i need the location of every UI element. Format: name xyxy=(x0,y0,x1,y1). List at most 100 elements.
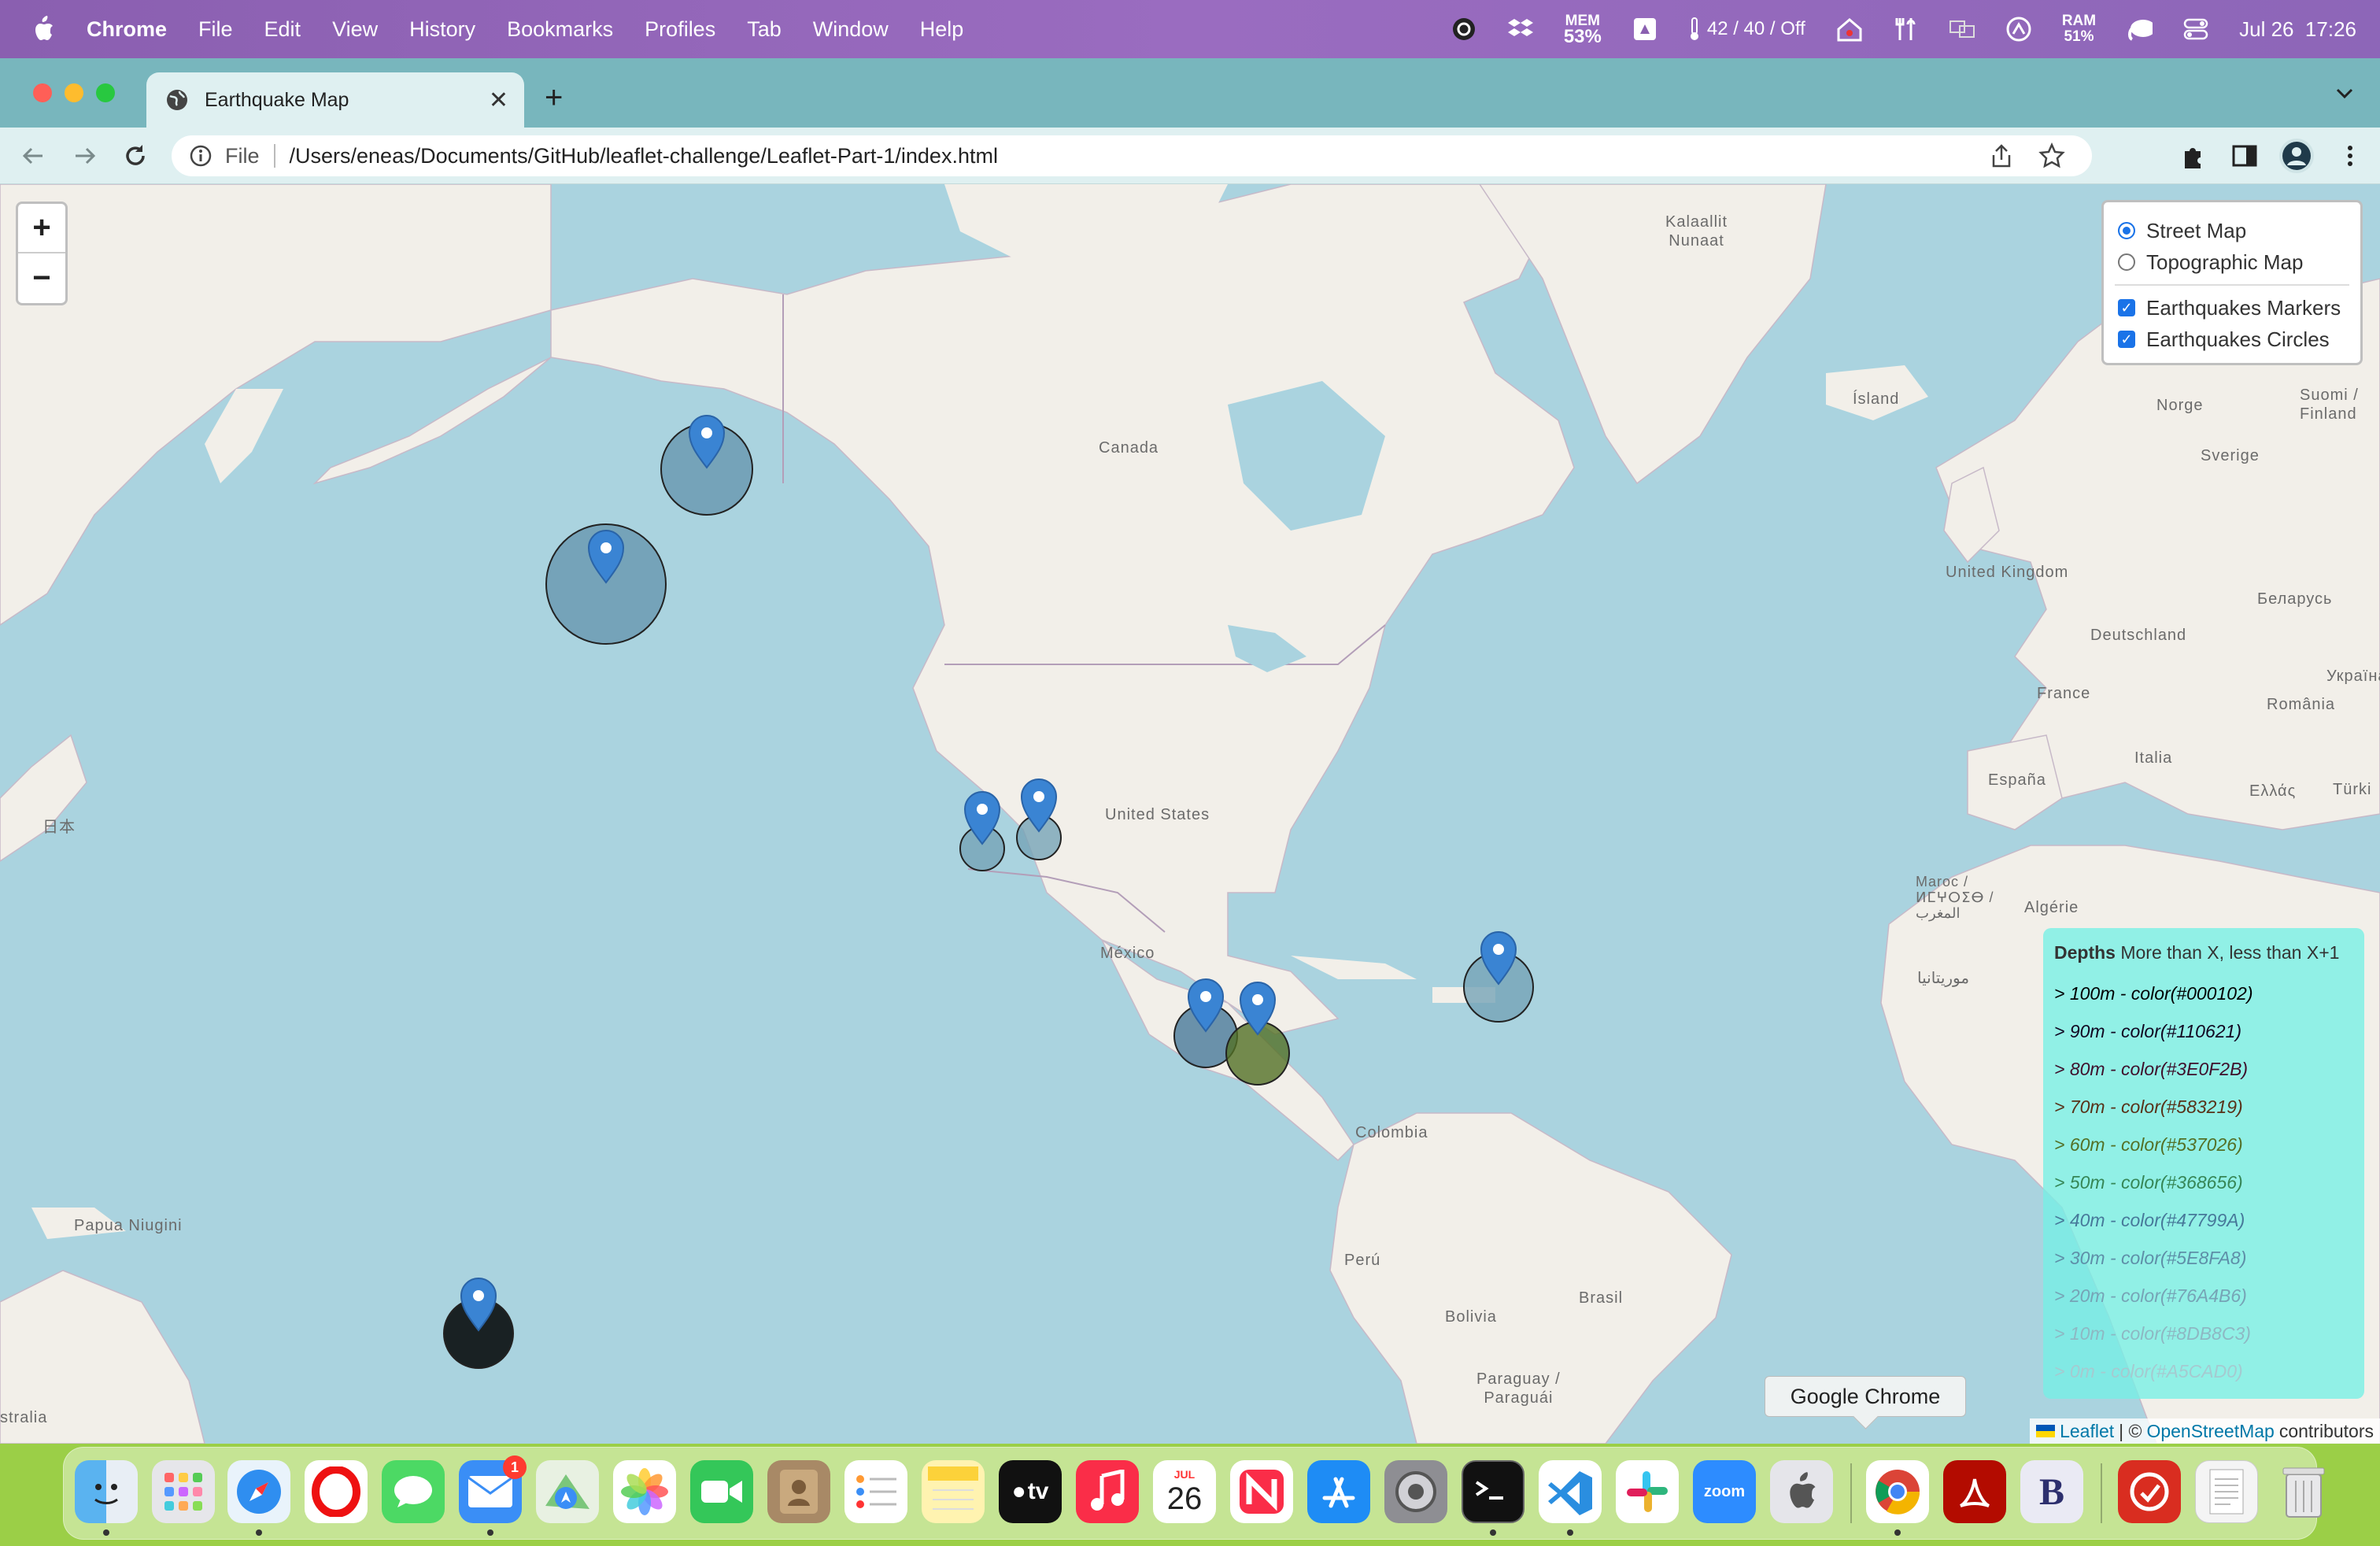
leaflet-map[interactable]: Kalaallit Nunaat Canada Ísland Norge Suo… xyxy=(0,184,2380,1444)
new-tab-button[interactable]: + xyxy=(545,80,563,116)
menu-help[interactable]: Help xyxy=(920,17,964,42)
pdf-tool-icon[interactable] xyxy=(2118,1460,2181,1523)
clock[interactable]: Jul 26 17:26 xyxy=(2239,17,2356,42)
apple-tv-icon[interactable]: ● tv xyxy=(999,1460,1062,1523)
reminders-icon[interactable] xyxy=(844,1460,907,1523)
zoom-in-button[interactable]: + xyxy=(18,204,65,253)
tools-icon[interactable] xyxy=(1892,16,1919,43)
url-text[interactable]: /Users/eneas/Documents/GitHub/leaflet-ch… xyxy=(290,144,998,168)
attribution-suffix: contributors xyxy=(2278,1420,2374,1441)
launchpad-icon[interactable] xyxy=(152,1460,215,1523)
earthquake-central-california[interactable] xyxy=(959,791,1005,871)
close-window-button[interactable] xyxy=(33,83,52,102)
radio-topographic-map[interactable] xyxy=(2118,253,2135,271)
osm-link[interactable]: OpenStreetMap xyxy=(2146,1421,2274,1442)
apple-icon[interactable] xyxy=(31,16,55,43)
notes-icon[interactable] xyxy=(922,1460,985,1523)
menu-app-name[interactable]: Chrome xyxy=(87,17,167,42)
checkbox-earthquakes-circles[interactable]: ✓ xyxy=(2118,331,2135,348)
forward-icon[interactable] xyxy=(71,142,99,170)
maps-icon[interactable] xyxy=(536,1460,599,1523)
messages-icon[interactable] xyxy=(382,1460,445,1523)
zoom-out-button[interactable]: − xyxy=(18,253,65,303)
dropbox-icon[interactable] xyxy=(1507,16,1534,43)
bbedit-icon[interactable]: B xyxy=(2020,1460,2083,1523)
creative-cloud-icon[interactable] xyxy=(2005,16,2032,43)
apple-support-icon[interactable] xyxy=(1770,1460,1833,1523)
acrobat-icon[interactable] xyxy=(1943,1460,2006,1523)
photos-icon[interactable] xyxy=(613,1460,676,1523)
vscode-icon[interactable] xyxy=(1539,1460,1602,1523)
leaflet-link[interactable]: Leaflet xyxy=(2060,1421,2114,1442)
running-indicator xyxy=(1567,1529,1573,1536)
trash-icon[interactable] xyxy=(2272,1460,2335,1523)
menu-profiles[interactable]: Profiles xyxy=(645,17,715,42)
menu-tab[interactable]: Tab xyxy=(747,17,782,42)
more-menu-icon[interactable] xyxy=(2336,142,2364,170)
earthquake-fiji-region[interactable] xyxy=(443,1278,514,1369)
back-icon[interactable] xyxy=(19,142,47,170)
app-store-icon[interactable] xyxy=(1307,1460,1370,1523)
reload-icon[interactable] xyxy=(121,142,150,170)
news-icon[interactable] xyxy=(1230,1460,1293,1523)
radio-street-map[interactable] xyxy=(2118,222,2135,239)
menu-edit[interactable]: Edit xyxy=(264,17,301,42)
terminal-icon[interactable] xyxy=(1462,1460,1524,1523)
globe-icon xyxy=(167,90,187,110)
share-icon[interactable] xyxy=(1990,142,2013,169)
contacts-icon[interactable] xyxy=(767,1460,830,1523)
elephant-icon[interactable] xyxy=(2126,16,2153,43)
url-separator xyxy=(273,144,275,168)
base-layer-topographic-map[interactable]: Topographic Map xyxy=(2118,246,2346,278)
control-center-icon[interactable] xyxy=(2182,16,2209,43)
slack-icon[interactable] xyxy=(1616,1460,1679,1523)
mail-icon[interactable]: 1 xyxy=(459,1455,527,1523)
menu-view[interactable]: View xyxy=(332,17,378,42)
display-icon[interactable] xyxy=(1949,16,1975,43)
system-settings-icon[interactable] xyxy=(1384,1460,1447,1523)
document-icon[interactable] xyxy=(2195,1460,2258,1523)
side-panel-icon[interactable] xyxy=(2230,142,2259,170)
grammarly-icon[interactable] xyxy=(1451,16,1477,43)
tab-earthquake-map[interactable]: Earthquake Map ✕ xyxy=(146,72,524,128)
menu-file[interactable]: File xyxy=(198,17,233,42)
zoom-label: zoom xyxy=(1703,1482,1746,1500)
earthquake-puerto-rico[interactable] xyxy=(1463,931,1534,1023)
music-icon[interactable] xyxy=(1076,1460,1139,1523)
minimize-window-button[interactable] xyxy=(65,83,83,102)
chevron-down-icon[interactable] xyxy=(2333,82,2356,105)
overlay-earthquakes-circles[interactable]: ✓ Earthquakes Circles xyxy=(2118,324,2346,355)
earthquake-guatemala[interactable] xyxy=(1225,982,1290,1086)
memory-indicator[interactable]: MEM 53% xyxy=(1564,13,1602,46)
checkbox-earthquakes-markers[interactable]: ✓ xyxy=(2118,299,2135,316)
opera-icon[interactable] xyxy=(305,1460,368,1523)
safari-icon[interactable] xyxy=(227,1460,290,1523)
address-bar[interactable]: File /Users/eneas/Documents/GitHub/leafl… xyxy=(172,135,2092,176)
temperature-indicator[interactable]: 42 / 40 / Off xyxy=(1688,17,1805,42)
earthquake-aleutian-islands[interactable] xyxy=(545,523,667,645)
calendar-icon[interactable]: JUL 26 xyxy=(1153,1460,1216,1523)
tab-strip: Earthquake Map ✕ + xyxy=(0,58,2380,128)
earthquake-southern-alaska[interactable] xyxy=(660,415,753,516)
running-indicator xyxy=(103,1529,109,1536)
finder-icon[interactable] xyxy=(75,1460,138,1523)
close-tab-icon[interactable]: ✕ xyxy=(489,87,508,114)
facetime-icon[interactable] xyxy=(690,1460,753,1523)
bookmark-star-icon[interactable] xyxy=(2038,142,2065,169)
menu-window[interactable]: Window xyxy=(813,17,889,42)
earthquake-nevada[interactable] xyxy=(1016,779,1062,860)
maximize-window-button[interactable] xyxy=(96,83,115,102)
menu-history[interactable]: History xyxy=(409,17,475,42)
depth-legend: Depths More than X, less than X+1 > 100m… xyxy=(2043,928,2364,1399)
drive-icon[interactable] xyxy=(1632,16,1658,43)
weather-home-icon[interactable] xyxy=(1835,16,1862,43)
chrome-icon[interactable] xyxy=(1866,1460,1929,1523)
zoom-app-icon[interactable]: zoom xyxy=(1693,1460,1756,1523)
overlay-earthquakes-markers[interactable]: ✓ Earthquakes Markers xyxy=(2118,292,2346,324)
ram-indicator[interactable]: RAM 51% xyxy=(2062,13,2096,45)
info-icon[interactable] xyxy=(189,144,213,168)
profile-avatar[interactable] xyxy=(2279,139,2314,173)
base-layer-street-map[interactable]: Street Map xyxy=(2118,215,2346,246)
menu-bookmarks[interactable]: Bookmarks xyxy=(507,17,613,42)
extensions-icon[interactable] xyxy=(2179,142,2207,170)
